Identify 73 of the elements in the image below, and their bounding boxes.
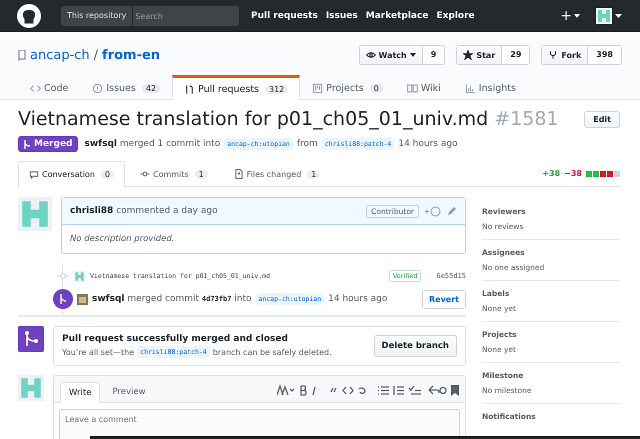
additions-count: +38 <box>542 169 560 178</box>
pencil-icon[interactable] <box>447 206 457 216</box>
comment-field[interactable]: Leave a comment <box>59 409 460 439</box>
caret-icon <box>574 14 580 18</box>
repo-tab[interactable]: Pull requests 312 <box>172 75 300 100</box>
pr-tab[interactable]: Conversation 0 <box>18 160 125 188</box>
repo-tab[interactable]: Wiki <box>394 75 453 99</box>
eye-icon <box>366 50 376 60</box>
status-text: branch can be safely deleted. <box>212 348 332 356</box>
merged-status-title: Pull request successfully merged and closed <box>62 334 289 344</box>
issue-icon <box>92 83 104 94</box>
formatting-toolbar-drawing[interactable] <box>277 384 447 396</box>
caret-icon <box>410 53 416 57</box>
repo-tab[interactable]: Issues 42 <box>80 75 172 99</box>
repo-icon <box>18 50 26 60</box>
count-badge[interactable]: 29 <box>502 46 530 64</box>
search-field[interactable]: This repository Search <box>61 6 239 26</box>
pr-tab[interactable]: Files changed 1 <box>222 160 332 186</box>
editor-tab[interactable]: Preview <box>104 382 154 402</box>
search-scope: This repository <box>61 6 134 26</box>
star-button[interactable]: Star <box>457 46 502 64</box>
caret-icon[interactable] <box>615 14 622 18</box>
from-label: from <box>296 139 318 149</box>
project-board-icon <box>312 83 324 94</box>
avatar-icon[interactable] <box>74 270 85 282</box>
commit-icon <box>140 169 150 179</box>
editor-tab[interactable]: Write <box>60 382 100 403</box>
star-icon <box>463 50 474 60</box>
comment-header: chrisli88 commented a day ago <box>70 206 218 216</box>
repo-tab[interactable]: Code <box>18 75 80 99</box>
pr-tab[interactable]: Commits 1 <box>128 160 219 186</box>
book-icon <box>406 83 418 94</box>
file-icon <box>234 169 244 179</box>
merged-badge: Merged <box>18 136 78 152</box>
watch-button[interactable]: Watch <box>360 46 423 64</box>
merge-icon <box>53 289 73 309</box>
bar-chart-icon <box>464 83 476 94</box>
pr-title: Vietnamese translation for p01_ch05_01_univ.md #1581 <box>18 108 560 130</box>
repo-name-link[interactable]: from-en <box>102 48 160 62</box>
timestamp: 14 hours ago <box>328 294 388 304</box>
octocat-logo-icon[interactable] <box>17 4 41 28</box>
nav-link[interactable]: Issues <box>326 11 358 21</box>
merge-summary: swfsql merged 1 commit into <box>84 139 220 149</box>
count-badge[interactable]: 9 <box>422 46 444 64</box>
diffstat-drawing <box>586 170 620 176</box>
nav-link[interactable]: Marketplace <box>366 11 428 21</box>
fork-icon <box>548 50 558 60</box>
deletions-count: −38 <box>564 169 582 178</box>
add-reaction-icon[interactable] <box>425 206 441 216</box>
repo-owner-link[interactable]: ancap-ch <box>30 48 90 62</box>
commit-node-icon <box>57 272 69 280</box>
bookmark-icon[interactable] <box>451 385 459 396</box>
comment-body: No description provided. <box>69 233 176 246</box>
edit-button[interactable]: Edit <box>584 110 620 128</box>
speech-bubble-icon <box>29 170 39 180</box>
timestamp: 14 hours ago <box>398 139 458 149</box>
delete-branch-button[interactable]: Delete branch <box>374 335 457 357</box>
pull-request-icon <box>184 84 196 95</box>
merge-icon <box>23 140 31 148</box>
new-menu-button[interactable]: + <box>560 8 580 24</box>
fork-button[interactable]: Fork <box>542 46 588 64</box>
code-icon <box>30 83 41 94</box>
revert-button[interactable]: Revert <box>422 290 466 308</box>
status-text: You’re all set—the <box>62 348 134 356</box>
path-separator: / <box>94 48 98 62</box>
repo-tab[interactable]: Insights <box>452 75 528 99</box>
avatar-icon[interactable] <box>77 294 88 304</box>
merge-icon <box>18 326 44 352</box>
nav-link[interactable]: Pull requests <box>251 11 318 21</box>
repo-tab[interactable]: Projects 0 <box>300 75 395 99</box>
search-input[interactable]: Search <box>133 10 238 22</box>
count-badge[interactable]: 398 <box>588 46 621 64</box>
nav-link[interactable]: Explore <box>436 11 475 21</box>
